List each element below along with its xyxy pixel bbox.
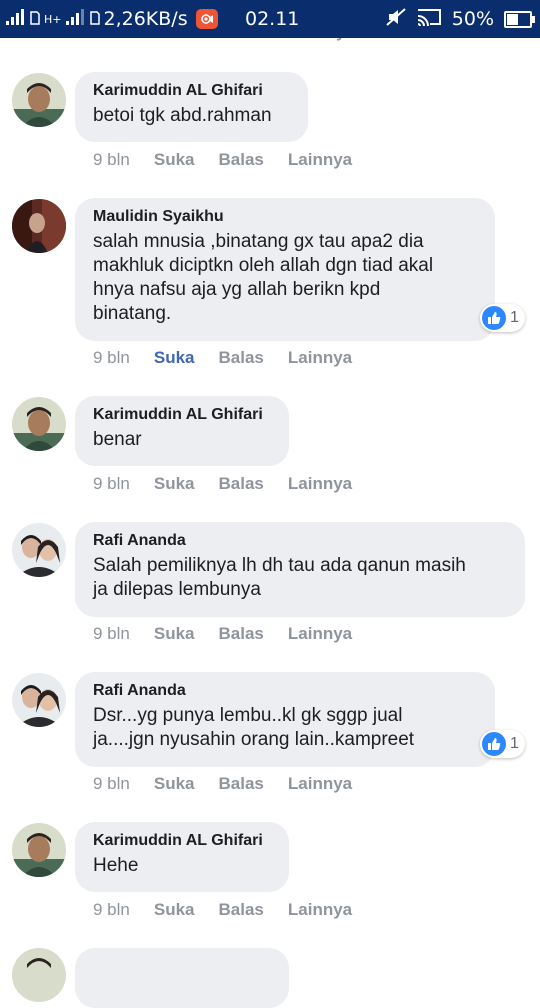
cast-icon <box>416 7 442 31</box>
comment-author[interactable]: Karimuddin AL Ghifari <box>93 406 271 424</box>
comment-time: 9 bln <box>93 150 130 169</box>
sim-icon <box>30 10 40 29</box>
comment-actions: 9 bln Suka Balas Lainnya <box>93 348 376 368</box>
comment-time: 9 bln <box>93 774 130 793</box>
like-button[interactable]: Suka <box>154 348 195 368</box>
network-type: H+ <box>44 12 62 26</box>
comment-bubble: Karimuddin AL Ghifari Hehe <box>75 822 289 892</box>
comment-author[interactable]: Rafi Ananda <box>93 532 507 550</box>
avatar[interactable] <box>12 73 66 127</box>
like-button[interactable]: Suka <box>154 774 195 794</box>
comment-text: betoi tgk abd.rahman <box>93 105 272 126</box>
comment-author[interactable]: Karimuddin AL Ghifari <box>93 832 271 850</box>
more-button[interactable]: Lainnya <box>288 150 352 170</box>
reply-button[interactable]: Balas <box>219 900 264 920</box>
comment-time: 9 bln <box>93 624 130 643</box>
thumbs-up-icon <box>482 732 506 756</box>
like-button[interactable]: Suka <box>154 900 195 920</box>
avatar[interactable] <box>12 823 66 877</box>
comment-author[interactable]: Maulidin Syaikhu <box>93 208 477 226</box>
comment-bubble: Maulidin Syaikhu salah mnusia ,binatang … <box>75 198 495 341</box>
avatar[interactable] <box>12 397 66 451</box>
comment-bubble: Karimuddin AL Ghifari benar <box>75 396 289 466</box>
comment-time: 9 bln <box>93 348 130 367</box>
sim-icon-2 <box>89 10 100 29</box>
like-button[interactable]: Suka <box>154 474 195 494</box>
comment-text: Salah pemiliknya lh dh tau ada qanun mas… <box>93 555 466 600</box>
more-button[interactable]: Lainnya <box>288 474 352 494</box>
network-speed: 2,26KB/s <box>103 8 188 30</box>
comment-time: 9 bln <box>93 900 130 919</box>
comment-bubble <box>75 948 289 1008</box>
silent-icon <box>386 8 406 30</box>
screen-record-icon <box>195 9 218 29</box>
comment-actions: 9 bln Suka Balas Lainnya <box>93 774 376 794</box>
reaction-count: 1 <box>510 309 519 326</box>
comment-author[interactable]: Karimuddin AL Ghifari <box>93 82 290 100</box>
comment-text: benar <box>93 429 142 450</box>
comment-text: Hehe <box>93 855 139 876</box>
status-time: 02.11 <box>245 8 300 30</box>
avatar[interactable] <box>12 523 66 577</box>
comment-text: Dsr...yg punya lembu..kl gk sggp jual ja… <box>93 705 415 750</box>
comment-actions: 9 bln Suka Balas Lainnya <box>93 474 376 494</box>
reaction-summary[interactable]: 1 <box>480 730 525 758</box>
reply-button[interactable]: Balas <box>219 150 264 170</box>
reply-button[interactable]: Balas <box>219 348 264 368</box>
thumbs-up-icon <box>482 306 506 330</box>
comment-bubble: Rafi Ananda Salah pemiliknya lh dh tau a… <box>75 522 525 617</box>
more-button[interactable]: Lainnya <box>288 624 352 644</box>
comment-bubble: Rafi Ananda Dsr...yg punya lembu..kl gk … <box>75 672 495 767</box>
avatar[interactable] <box>12 673 66 727</box>
comment-time: 9 bln <box>93 474 130 493</box>
reply-button[interactable]: Balas <box>219 774 264 794</box>
comment-text: salah mnusia ,binatang gx tau apa2 dia m… <box>93 231 434 324</box>
reply-button[interactable]: Balas <box>219 624 264 644</box>
comment-feed: 9 bln Suka Balas Lainnya Karimuddin AL G… <box>0 0 540 1008</box>
more-button[interactable]: Lainnya <box>288 900 352 920</box>
like-button[interactable]: Suka <box>154 624 195 644</box>
avatar[interactable] <box>12 948 66 1002</box>
reaction-count: 1 <box>510 735 519 752</box>
comment-actions: 9 bln Suka Balas Lainnya <box>93 150 376 170</box>
signal-icon-2 <box>65 9 86 29</box>
reaction-summary[interactable]: 1 <box>480 304 525 332</box>
comment-actions: 9 bln Suka Balas Lainnya <box>93 900 376 920</box>
reply-button[interactable]: Balas <box>219 474 264 494</box>
signal-icon <box>6 9 26 29</box>
comment-author[interactable]: Rafi Ananda <box>93 682 477 700</box>
status-bar: H+ 2,26KB/s 02.11 50% <box>0 0 540 38</box>
like-button[interactable]: Suka <box>154 150 195 170</box>
battery-icon <box>504 10 535 28</box>
avatar[interactable] <box>12 199 66 253</box>
comment-actions: 9 bln Suka Balas Lainnya <box>93 624 376 644</box>
battery-percent: 50% <box>451 8 494 30</box>
more-button[interactable]: Lainnya <box>288 774 352 794</box>
comment-bubble: Karimuddin AL Ghifari betoi tgk abd.rahm… <box>75 72 308 142</box>
more-button[interactable]: Lainnya <box>288 348 352 368</box>
